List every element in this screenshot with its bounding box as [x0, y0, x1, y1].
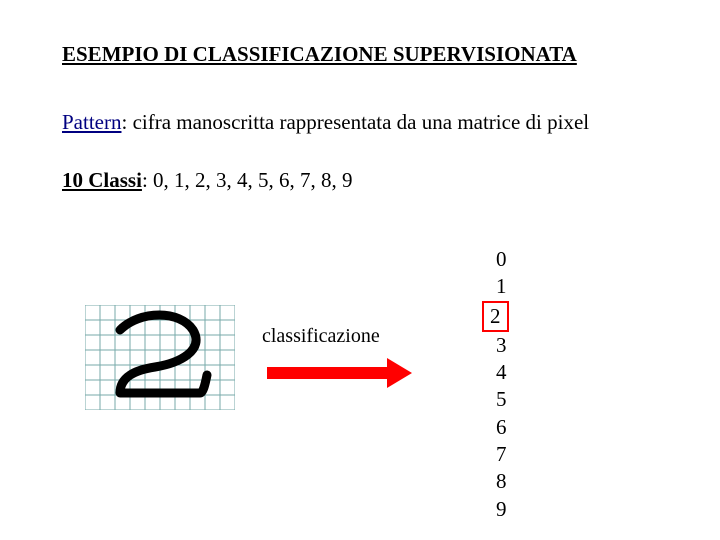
class-item: 0 — [490, 246, 513, 273]
class-item: 9 — [490, 496, 513, 523]
class-item: 5 — [490, 386, 513, 413]
class-item: 4 — [490, 359, 513, 386]
selected-class: 2 — [482, 301, 509, 332]
pixel-grid — [85, 305, 235, 416]
pattern-line: Pattern: cifra manoscritta rappresentata… — [62, 110, 589, 135]
class-item: 8 — [490, 468, 513, 495]
classi-line: 10 Classi: 0, 1, 2, 3, 4, 5, 6, 7, 8, 9 — [62, 168, 353, 193]
classi-text: : 0, 1, 2, 3, 4, 5, 6, 7, 8, 9 — [142, 168, 353, 192]
classi-label: 10 Classi — [62, 168, 142, 192]
class-item: 6 — [490, 414, 513, 441]
pattern-text: : cifra manoscritta rappresentata da una… — [121, 110, 589, 134]
class-list: 0123456789 — [490, 246, 513, 523]
class-item: 1 — [490, 273, 513, 300]
class-item: 3 — [490, 332, 513, 359]
page-title: ESEMPIO DI CLASSIFICAZIONE SUPERVISIONAT… — [62, 42, 577, 67]
handwritten-digit-icon — [85, 305, 235, 410]
pattern-label: Pattern — [62, 110, 121, 134]
classification-label: classificazione — [262, 325, 380, 348]
class-item: 2 — [490, 301, 513, 332]
class-item: 7 — [490, 441, 513, 468]
arrow-right-icon — [267, 358, 412, 394]
